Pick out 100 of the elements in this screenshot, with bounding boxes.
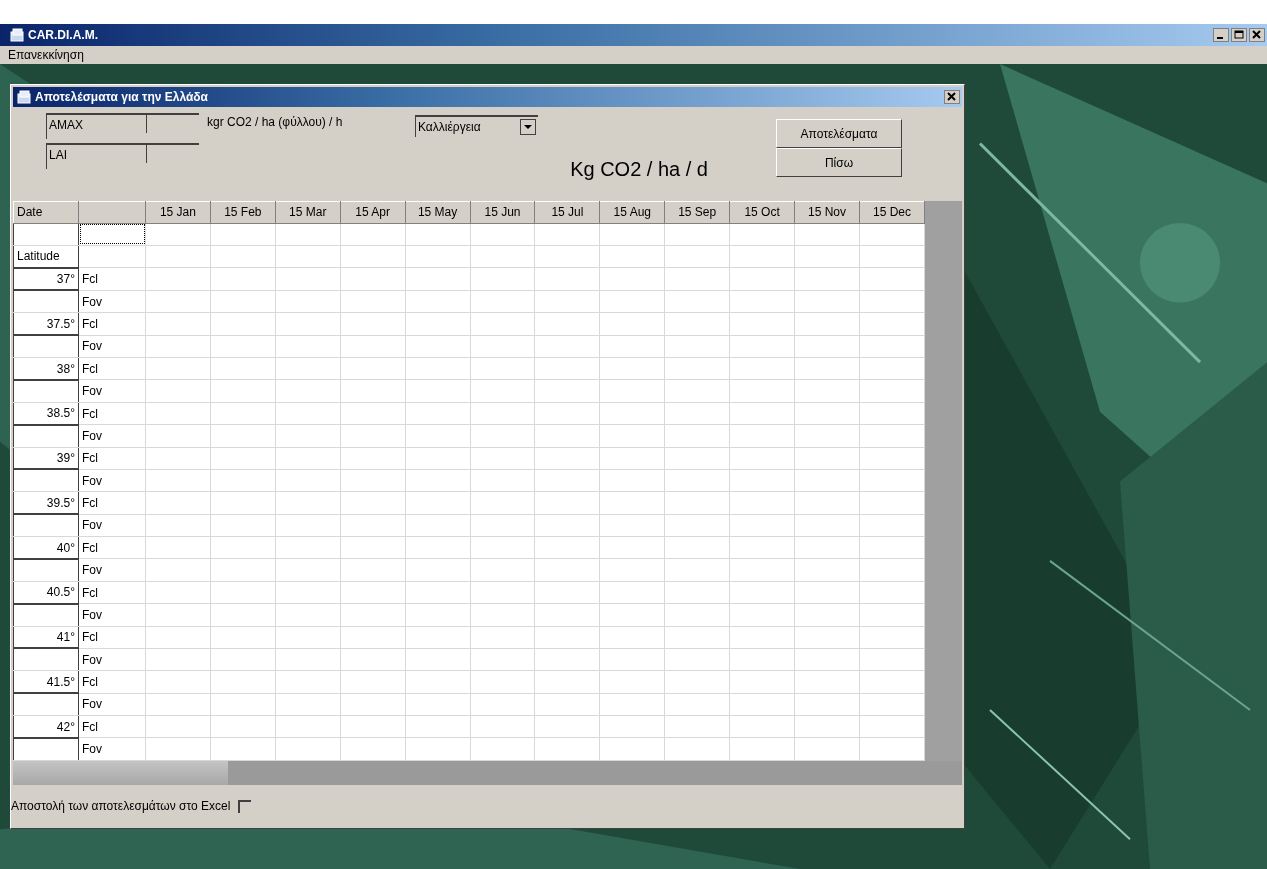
- field-label: LAI: [46, 143, 146, 169]
- table-cell: [664, 670, 730, 694]
- table-cell: [664, 715, 730, 738]
- table-cell: [729, 223, 795, 246]
- table-cell: [794, 402, 860, 425]
- scroll-thumb[interactable]: [13, 761, 228, 785]
- table-cell: [534, 469, 600, 492]
- table-cell: [470, 380, 535, 403]
- table-cell: [859, 648, 925, 671]
- table-cell: [664, 626, 730, 649]
- table-cell: [470, 267, 535, 291]
- table-cell: [145, 536, 211, 559]
- table-cell: Fov: [78, 693, 146, 716]
- table-cell: [210, 357, 276, 380]
- table-cell: [340, 670, 406, 694]
- table-cell: [340, 245, 406, 268]
- table-cell: [599, 536, 665, 559]
- table-cell: [794, 380, 860, 403]
- table-cell: [794, 738, 860, 761]
- table-cell: [275, 670, 341, 694]
- table-cell: [664, 424, 730, 448]
- table-cell: [405, 469, 471, 492]
- table-cell: [859, 715, 925, 738]
- table-cell: [275, 380, 341, 403]
- table-cell: [859, 223, 925, 246]
- table-cell: [340, 312, 406, 336]
- menu-item[interactable]: Επανεκκίνηση: [6, 48, 86, 62]
- table-cell: [340, 380, 406, 403]
- table-cell: [210, 447, 276, 470]
- input-field[interactable]: [146, 113, 199, 133]
- table-cell: [470, 312, 535, 336]
- column-header: 15 Feb: [210, 201, 276, 224]
- input-field[interactable]: [146, 143, 199, 163]
- table-cell: [664, 223, 730, 246]
- table-cell: [859, 335, 925, 358]
- table-cell: [794, 469, 860, 492]
- table-cell: [145, 357, 211, 380]
- table-cell: [470, 603, 535, 627]
- crop-dropdown[interactable]: Καλλιέργεια: [415, 115, 538, 137]
- table-cell: [729, 491, 795, 515]
- table-cell: [210, 245, 276, 268]
- table-cell: [859, 581, 925, 604]
- table-cell: [859, 357, 925, 380]
- row-header: 38.5°: [13, 402, 79, 425]
- table-cell: [210, 335, 276, 358]
- table-cell: [470, 424, 535, 448]
- table-cell: [664, 290, 730, 313]
- table-cell: [534, 626, 600, 649]
- table-cell: [664, 514, 730, 537]
- dialog-button[interactable]: Αποτελέσματα: [776, 119, 902, 148]
- excel-checkbox[interactable]: [238, 799, 252, 813]
- table-cell: [145, 312, 211, 336]
- scroll-bar[interactable]: [13, 761, 962, 785]
- table-cell: [794, 267, 860, 291]
- table-cell: Fov: [78, 648, 146, 671]
- table-cell: [340, 581, 406, 604]
- table-cell: [599, 469, 665, 492]
- table-cell: [534, 312, 600, 336]
- table-cell: [340, 424, 406, 448]
- table-cell: [794, 559, 860, 582]
- table-cell: [145, 447, 211, 470]
- table-cell: [534, 447, 600, 470]
- table-cell: [145, 626, 211, 649]
- table-cell: Fov: [78, 514, 146, 537]
- column-header: Date: [13, 201, 79, 224]
- table-cell: [340, 559, 406, 582]
- table-cell: [405, 491, 471, 515]
- table-cell: [599, 335, 665, 358]
- table-cell: [859, 670, 925, 694]
- table-cell: [729, 267, 795, 291]
- table-cell: [275, 267, 341, 291]
- table-cell: [405, 581, 471, 604]
- table-cell: [664, 693, 730, 716]
- table-cell: Fov: [78, 469, 146, 492]
- table-cell: [470, 335, 535, 358]
- table-cell[interactable]: [78, 223, 146, 246]
- table-cell: [275, 245, 341, 268]
- row-header: 40.5°: [13, 581, 79, 604]
- table-cell: [729, 514, 795, 537]
- table-cell: [275, 335, 341, 358]
- column-header: 15 Sep: [664, 201, 730, 224]
- dialog-button[interactable]: Πίσω: [776, 148, 902, 177]
- table-cell: [599, 738, 665, 761]
- table-cell: [729, 536, 795, 559]
- table-cell: [210, 626, 276, 649]
- table-cell: [470, 715, 535, 738]
- window-title: CAR.DI.A.M.: [28, 28, 98, 42]
- row-header: 42°: [13, 715, 79, 738]
- table-cell: [599, 514, 665, 537]
- table-cell: [470, 245, 535, 268]
- table-cell: [275, 536, 341, 559]
- table-cell: [859, 424, 925, 448]
- table-cell: [470, 402, 535, 425]
- table-cell: [405, 447, 471, 470]
- table-cell: [729, 357, 795, 380]
- table-cell: [145, 738, 211, 761]
- table-cell: [859, 491, 925, 515]
- table-cell: [405, 693, 471, 716]
- table-cell: [275, 312, 341, 336]
- table-cell: [534, 491, 600, 515]
